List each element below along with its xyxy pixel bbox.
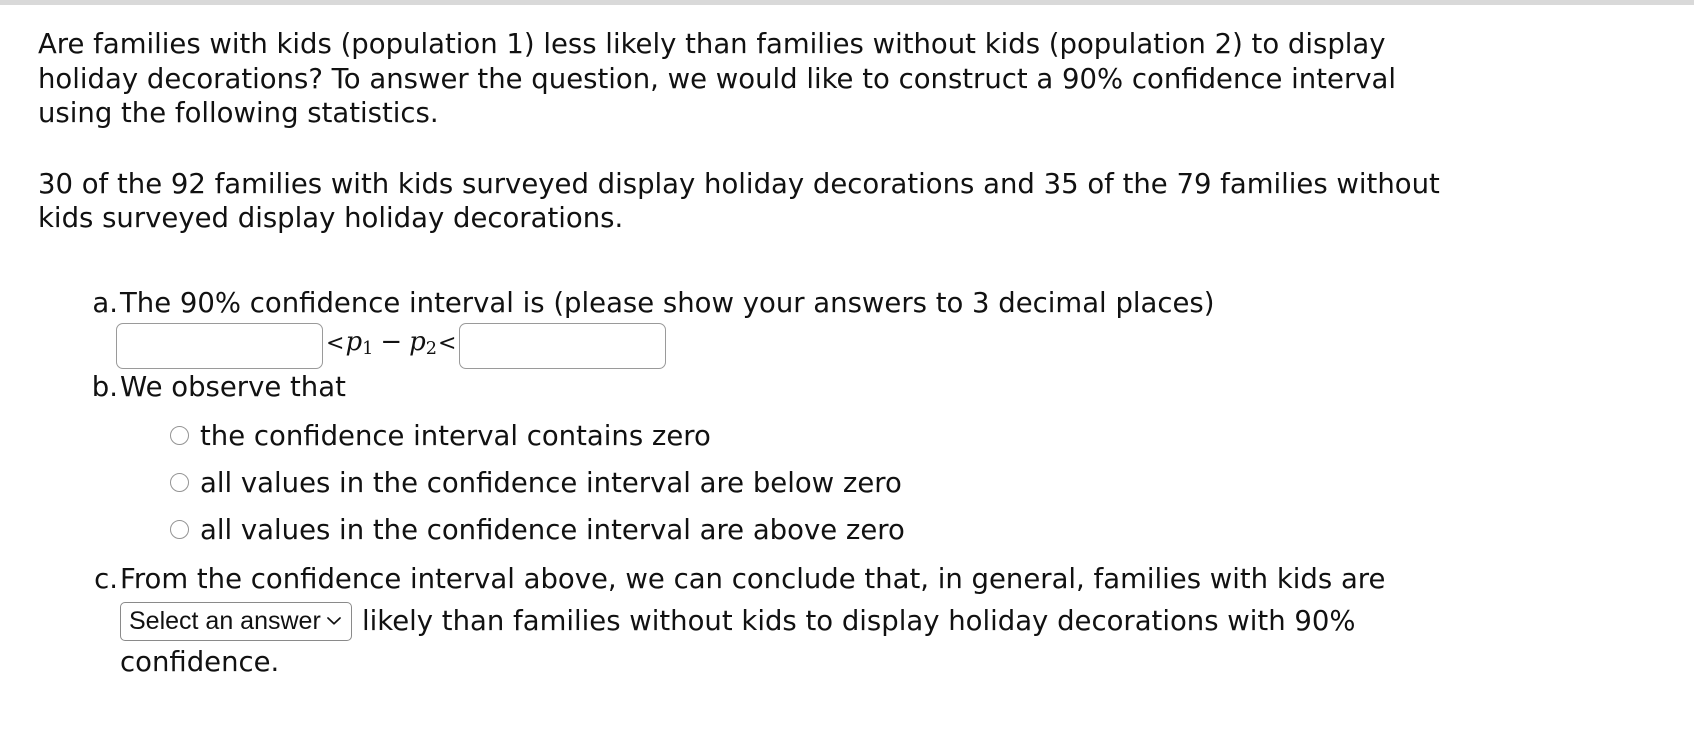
less-than-right: < — [438, 331, 457, 357]
question-part-b: b. We observe that the confidence interv… — [0, 370, 1694, 545]
part-a-marker: a. — [92, 286, 118, 319]
radio-option-label: all values in the confidence interval ar… — [200, 466, 902, 499]
ci-expression: <p1− p2< — [323, 325, 459, 366]
question-part-a: a. The 90% confidence interval is (pleas… — [0, 286, 1694, 369]
intro-paragraph-1: Are families with kids (population 1) le… — [38, 28, 1397, 129]
part-a-prompt: The 90% confidence interval is (please s… — [120, 286, 1215, 319]
answer-select[interactable]: Select an answer more less — [120, 601, 352, 641]
radio-icon[interactable] — [170, 426, 189, 445]
question-page: Are families with kids (population 1) le… — [0, 5, 1694, 679]
radio-option-above-zero[interactable]: all values in the confidence interval ar… — [170, 515, 1694, 545]
radio-option-label: the confidence interval contains zero — [200, 419, 711, 452]
part-c-line2-tail: likely than families without kids to dis… — [362, 605, 1356, 637]
p1-subscript: 1 — [362, 338, 374, 359]
part-b-prompt: We observe that — [120, 370, 346, 403]
radio-icon[interactable] — [170, 520, 189, 539]
part-c-line1: From the confidence interval above, we c… — [120, 562, 1386, 595]
answer-select-wrapper[interactable]: Select an answer more less — [120, 601, 352, 641]
less-than-left: < — [326, 331, 345, 357]
ci-lower-bound-input[interactable] — [116, 322, 323, 369]
confidence-interval-row: <p1− p2< — [116, 322, 1694, 369]
p2-symbol: p — [409, 327, 426, 358]
radio-option-label: all values in the confidence interval ar… — [200, 513, 905, 546]
part-c-answer-row: Select an answer more less likely than f… — [120, 601, 1694, 641]
radio-option-below-zero[interactable]: all values in the confidence interval ar… — [170, 468, 1694, 498]
part-c-line3: confidence. — [120, 645, 280, 678]
ci-upper-bound-input[interactable] — [459, 322, 667, 369]
intro-paragraph-2: 30 of the 92 families with kids surveyed… — [38, 167, 1440, 235]
radio-option-contains-zero[interactable]: the confidence interval contains zero — [170, 421, 1694, 451]
minus-operator: − — [380, 327, 403, 358]
p1-symbol: p — [345, 327, 363, 358]
question-parts-list: a. The 90% confidence interval is (pleas… — [0, 286, 1694, 679]
p2-subscript: 2 — [425, 338, 438, 359]
part-b-options: the confidence interval contains zero al… — [120, 421, 1694, 545]
question-part-c: c. From the confidence interval above, w… — [0, 562, 1694, 679]
part-b-marker: b. — [91, 370, 118, 403]
radio-icon[interactable] — [170, 473, 189, 492]
part-c-marker: c. — [94, 562, 118, 595]
